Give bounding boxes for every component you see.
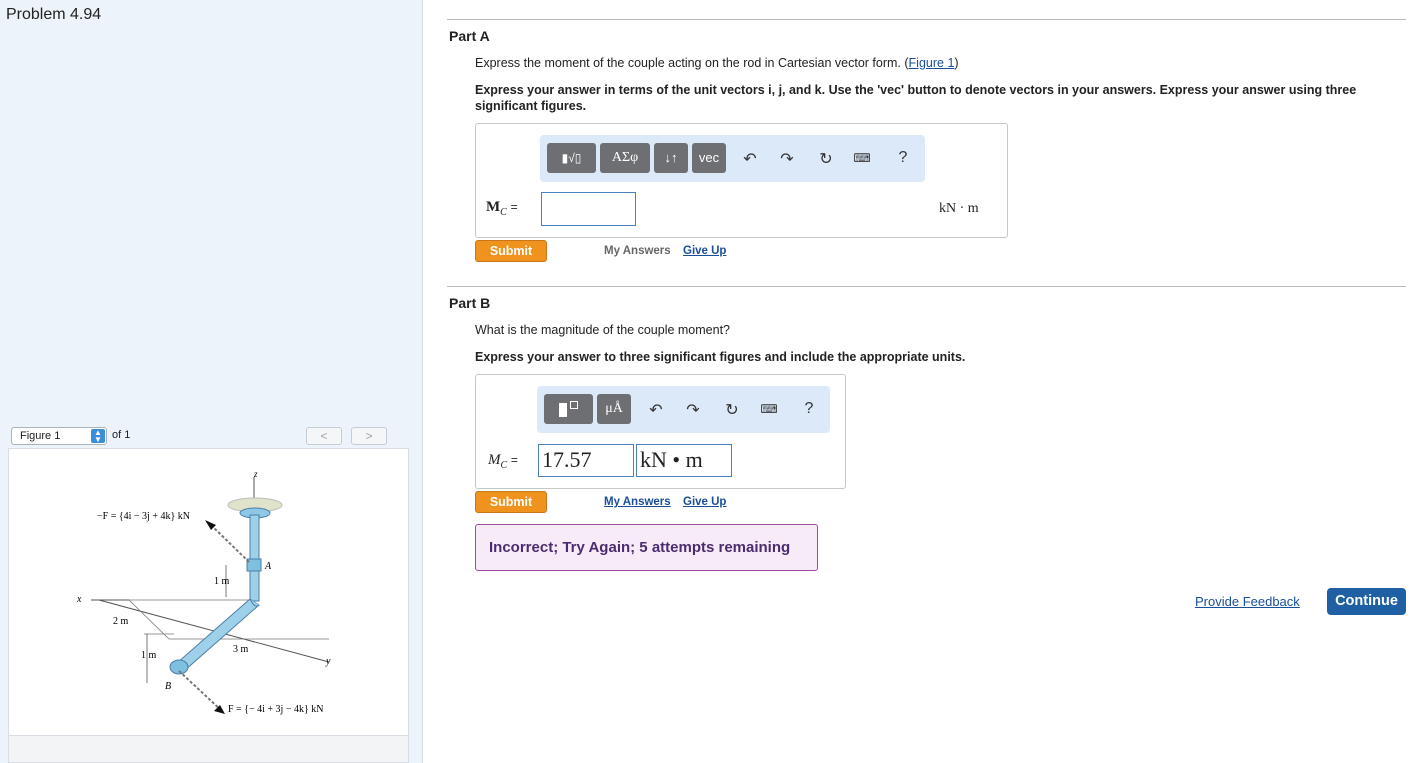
problem-title: Problem 4.94 bbox=[6, 6, 102, 23]
figure-select[interactable]: Figure 1 ▲ ▼ bbox=[11, 427, 107, 445]
y-axis-label: y bbox=[325, 656, 331, 667]
part-b-submit-button[interactable]: Submit bbox=[475, 491, 547, 513]
moment-label: MC = bbox=[486, 199, 518, 218]
select-arrows-icon: ▲ ▼ bbox=[91, 429, 105, 444]
figure-image: z x y A B −F = {4i − 3j + 4k} kN F = {− … bbox=[8, 448, 409, 736]
vec-button[interactable]: vec bbox=[692, 143, 726, 173]
moment-variable: M bbox=[488, 452, 501, 468]
mastering-page: Problem 4.94 Figure 1 ▲ ▼ of 1 < > z x y… bbox=[0, 0, 1423, 763]
part-a-title: Part A bbox=[449, 28, 490, 44]
part-b-answer-box: μÅ ↶ ↷ ↻ ⌨ ? MC = 17.57 kN • m bbox=[475, 374, 846, 489]
part-a-question: Express the moment of the couple acting … bbox=[475, 56, 959, 70]
figure-count: of 1 bbox=[112, 429, 131, 441]
undo-icon[interactable]: ↶ bbox=[739, 149, 761, 169]
part-b-give-up-link[interactable]: Give Up bbox=[683, 496, 726, 508]
part-b-toolbar: μÅ ↶ ↷ ↻ ⌨ ? bbox=[537, 386, 830, 433]
part-a-answer-input[interactable] bbox=[541, 192, 636, 226]
problem-panel: Problem 4.94 Figure 1 ▲ ▼ of 1 < > z x y… bbox=[0, 0, 423, 763]
part-b-divider bbox=[447, 286, 1406, 287]
part-b-units-input[interactable]: kN • m bbox=[636, 444, 732, 477]
part-a-units: kN · m bbox=[939, 201, 979, 216]
redo-icon[interactable]: ↷ bbox=[682, 400, 704, 420]
figure-footer bbox=[8, 736, 409, 763]
figure-select-value: Figure 1 bbox=[20, 430, 61, 442]
dimension-3m: 3 m bbox=[233, 644, 249, 655]
part-b-question: What is the magnitude of the couple mome… bbox=[475, 323, 731, 337]
part-a-divider bbox=[447, 19, 1406, 20]
dimension-1m-top: 1 m bbox=[214, 576, 230, 587]
negative-force-label: −F = {4i − 3j + 4k} kN bbox=[97, 511, 190, 522]
arrows-button[interactable]: ↓↑ bbox=[654, 143, 688, 173]
figure-navigation: Figure 1 ▲ ▼ of 1 < > bbox=[8, 424, 409, 448]
reset-icon[interactable]: ↻ bbox=[815, 149, 837, 169]
part-a-submit-button[interactable]: Submit bbox=[475, 240, 547, 262]
dimension-2m: 2 m bbox=[113, 616, 129, 627]
part-a-question-prefix: Express the moment of the couple acting … bbox=[475, 56, 909, 70]
force-label: F = {− 4i + 3j − 4k} kN bbox=[228, 704, 324, 715]
continue-button[interactable]: Continue bbox=[1327, 588, 1406, 615]
part-b-instruction: Express your answer to three significant… bbox=[475, 350, 966, 364]
part-a-answer-box: ▮√▯ ΑΣφ ↓↑ vec ↶ ↷ ↻ ⌨ ? MC = kN · m bbox=[475, 123, 1008, 238]
part-a-toolbar: ▮√▯ ΑΣφ ↓↑ vec ↶ ↷ ↻ ⌨ ? bbox=[540, 135, 925, 182]
next-figure-button[interactable]: > bbox=[351, 427, 387, 445]
z-axis-label: z bbox=[253, 469, 258, 479]
point-a-label: A bbox=[264, 561, 272, 572]
reset-icon[interactable]: ↻ bbox=[721, 400, 743, 420]
moment-subscript: C bbox=[500, 460, 508, 471]
part-a-my-answers: My Answers bbox=[604, 245, 671, 257]
help-button[interactable]: ? bbox=[892, 149, 914, 167]
part-b-my-answers-link[interactable]: My Answers bbox=[604, 496, 671, 508]
dimension-1m-bottom: 1 m bbox=[141, 650, 157, 661]
help-button[interactable]: ? bbox=[798, 400, 820, 418]
feedback-message: Incorrect; Try Again; 5 attempts remaini… bbox=[475, 524, 818, 571]
part-a-question-suffix: ) bbox=[954, 56, 959, 70]
templates-button[interactable] bbox=[544, 394, 593, 424]
point-b-label: B bbox=[165, 681, 171, 692]
equals-sign: = bbox=[510, 453, 518, 467]
part-b-title: Part B bbox=[449, 295, 491, 311]
moment-subscript: C bbox=[500, 207, 507, 218]
keyboard-icon[interactable]: ⌨ bbox=[851, 151, 873, 165]
keyboard-icon[interactable]: ⌨ bbox=[758, 402, 780, 416]
greek-button[interactable]: ΑΣφ bbox=[600, 143, 650, 173]
redo-icon[interactable]: ↷ bbox=[776, 149, 798, 169]
rod-diagram: z x y A B −F = {4i − 3j + 4k} kN F = {− … bbox=[76, 469, 331, 715]
templates-button[interactable]: ▮√▯ bbox=[547, 143, 596, 173]
provide-feedback-link[interactable]: Provide Feedback bbox=[1195, 594, 1300, 609]
part-a-instruction: Express your answer in terms of the unit… bbox=[475, 83, 1357, 113]
equals-sign: = bbox=[510, 200, 518, 214]
previous-figure-button[interactable]: < bbox=[306, 427, 342, 445]
units-button[interactable]: μÅ bbox=[597, 394, 631, 424]
part-b-value-input[interactable]: 17.57 bbox=[538, 444, 634, 477]
part-a-give-up-link[interactable]: Give Up bbox=[683, 245, 726, 257]
moment-label: MC = bbox=[488, 452, 518, 471]
undo-icon[interactable]: ↶ bbox=[645, 400, 667, 420]
x-axis-label: x bbox=[76, 594, 82, 605]
moment-variable: M bbox=[486, 199, 501, 215]
figure-link[interactable]: Figure 1 bbox=[909, 56, 955, 70]
